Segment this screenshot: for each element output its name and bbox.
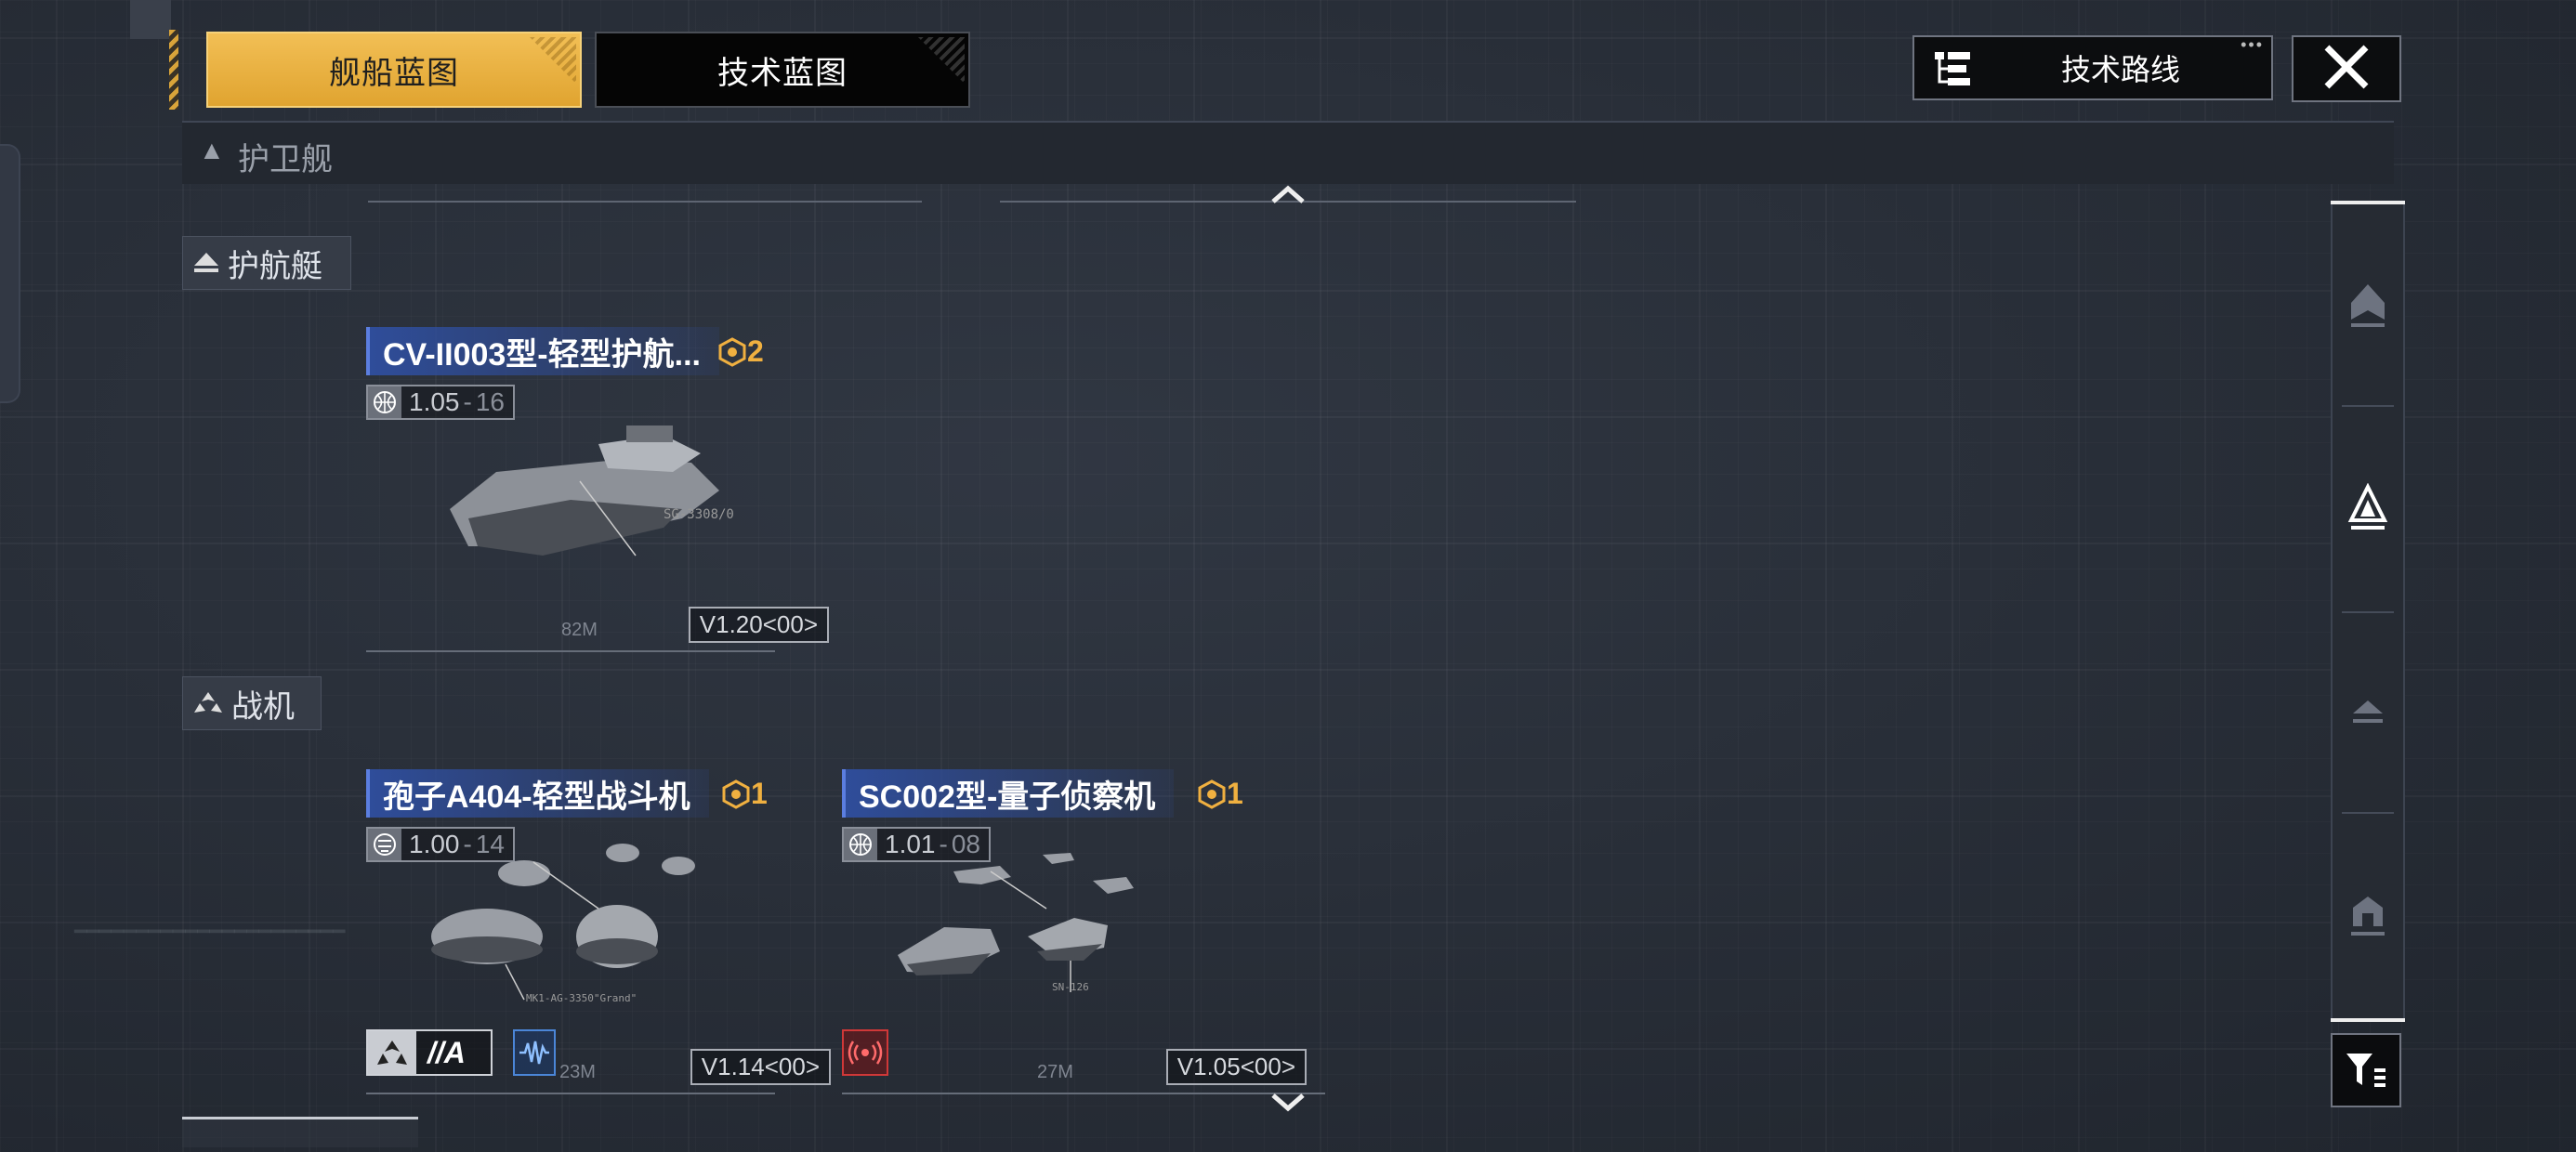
rail-separator bbox=[2342, 611, 2394, 613]
card-name: CV-II003型-轻型护航... bbox=[366, 327, 719, 375]
card-part-label: SG-3308/0 bbox=[664, 507, 734, 522]
section-frigate-bar[interactable]: ▲ 护卫舰 bbox=[182, 121, 2394, 184]
card-baseline bbox=[842, 1070, 1325, 1094]
fighter-icon bbox=[194, 692, 222, 713]
fighter-class-icon bbox=[368, 1031, 416, 1074]
card-part-label: MK1-AG-3350"Grand" bbox=[526, 992, 637, 1004]
tech-tree-icon bbox=[1933, 48, 1974, 94]
tab-accent-stripe bbox=[169, 30, 178, 110]
corner-marker bbox=[130, 0, 171, 39]
rail-item-frigate[interactable] bbox=[2333, 212, 2403, 398]
card-count-value: 1 bbox=[1227, 777, 1243, 810]
frigate-card-peek bbox=[368, 182, 922, 203]
card-count: 1 bbox=[721, 777, 768, 811]
blueprint-card[interactable]: CV-II003型-轻型护航... 2 1.05 - 16 SG-3308/0 … bbox=[366, 327, 849, 652]
scroll-up-chevron-icon[interactable] bbox=[1269, 177, 1307, 218]
card-baseline bbox=[366, 628, 775, 652]
blueprint-card[interactable]: 孢子A404-轻型战斗机 1 1.00 - 14 MK1-AG-3350"Gra… bbox=[366, 769, 849, 1094]
rail-separator bbox=[2342, 405, 2394, 407]
background-decoration: ━━━━━━━━━━━━━━━━━━━━━━ bbox=[74, 920, 346, 943]
card-baseline bbox=[366, 1070, 775, 1094]
wave-module-badge bbox=[513, 1029, 556, 1076]
section-corvette: 护航艇 bbox=[182, 236, 351, 290]
filter-icon bbox=[2346, 1054, 2385, 1087]
rail-item-station[interactable] bbox=[2333, 823, 2403, 1009]
corvette-icon bbox=[194, 253, 218, 272]
category-rail bbox=[2331, 201, 2405, 1022]
more-dots-icon: ••• bbox=[2241, 35, 2264, 54]
section-frigate-label: 护卫舰 bbox=[238, 142, 333, 177]
filter-button[interactable] bbox=[2331, 1033, 2401, 1107]
section-fighter-label: 战机 bbox=[231, 688, 295, 725]
role-badge-label: //A bbox=[427, 1035, 466, 1069]
blueprint-chip-icon bbox=[1198, 779, 1226, 809]
card-count: 2 bbox=[717, 334, 764, 369]
corvette-ship-image: SG-3308/0 bbox=[450, 425, 734, 556]
collapse-arrow-icon: ▲ bbox=[199, 136, 225, 164]
left-drawer-handle[interactable] bbox=[0, 144, 20, 403]
globe-icon bbox=[844, 829, 877, 860]
close-button[interactable] bbox=[2292, 35, 2401, 102]
station-icon bbox=[2351, 897, 2385, 936]
frigate-icon bbox=[2351, 284, 2385, 327]
rail-separator bbox=[2342, 812, 2394, 814]
alert-module-badge bbox=[842, 1029, 888, 1076]
card-name: 孢子A404-轻型战斗机 bbox=[366, 769, 709, 818]
blueprint-chip-icon bbox=[718, 336, 746, 367]
fighter-ship-image: MK1-AG-3350"Grand" bbox=[431, 844, 695, 1004]
tech-route-button[interactable]: 技术路线 ••• bbox=[1912, 35, 2273, 100]
role-badge: //A bbox=[366, 1029, 493, 1076]
signal-icon bbox=[848, 1041, 883, 1065]
tab-ship-blueprint-label: 舰船蓝图 bbox=[329, 55, 459, 91]
rail-item-fighter[interactable] bbox=[2333, 621, 2403, 806]
fighter-icon bbox=[2353, 700, 2383, 723]
next-section-peek bbox=[182, 1117, 418, 1147]
card-count-value: 1 bbox=[751, 777, 768, 810]
rail-item-corvette[interactable] bbox=[2333, 416, 2403, 602]
corvette-icon bbox=[2347, 483, 2388, 530]
card-count-value: 2 bbox=[747, 334, 764, 368]
section-corvette-label: 护航艇 bbox=[228, 248, 322, 284]
faction-icon bbox=[368, 829, 401, 860]
blueprint-card[interactable]: SC002型-量子侦察机 1 1.01 - 08 SN-126 27M V1.0… bbox=[842, 769, 1325, 1094]
section-fighter: 战机 bbox=[182, 676, 322, 730]
globe-icon bbox=[368, 386, 401, 418]
scroll-down-chevron-icon[interactable] bbox=[1269, 1083, 1307, 1125]
blueprint-chip-icon bbox=[722, 779, 750, 809]
scout-ship-image: SN-126 bbox=[898, 853, 1134, 993]
tech-route-label: 技术路线 bbox=[2060, 53, 2180, 86]
rail-cap bbox=[2331, 1018, 2405, 1022]
card-part-label: SN-126 bbox=[1052, 981, 1089, 993]
tab-tech-blueprint[interactable]: 技术蓝图 bbox=[595, 32, 970, 108]
card-count: 1 bbox=[1197, 777, 1243, 811]
close-icon bbox=[2321, 42, 2372, 97]
tab-tech-blueprint-label: 技术蓝图 bbox=[717, 55, 848, 91]
rail-cap bbox=[2331, 201, 2405, 204]
tab-ship-blueprint[interactable]: 舰船蓝图 bbox=[206, 32, 582, 108]
card-name: SC002型-量子侦察机 bbox=[842, 769, 1175, 818]
wave-icon bbox=[519, 1041, 549, 1065]
